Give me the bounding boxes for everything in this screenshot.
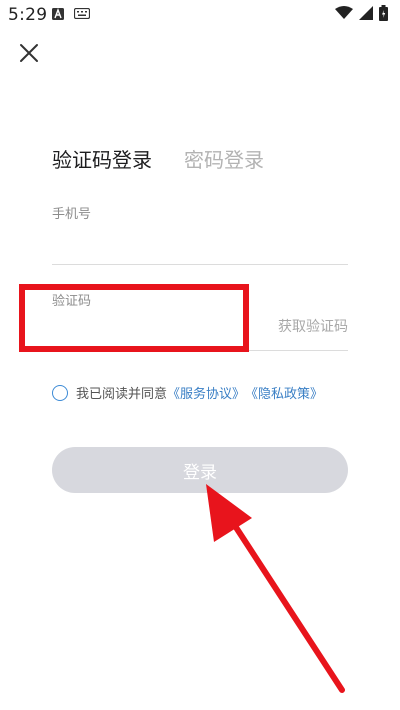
tab-sms-login[interactable]: 验证码登录: [52, 147, 152, 173]
close-icon: [20, 44, 38, 62]
arrow-shaft: [223, 509, 345, 693]
get-code-button[interactable]: 获取验证码: [278, 316, 348, 336]
close-button[interactable]: [16, 40, 42, 66]
privacy-policy-link[interactable]: 《隐私政策》: [245, 383, 323, 402]
signal-icon: [359, 6, 373, 20]
status-bar: 5:29: [0, 0, 400, 30]
battery-icon: [379, 5, 388, 21]
agreement-prefix: 我已阅读并同意: [76, 387, 168, 402]
wifi-icon: [335, 6, 353, 19]
login-button[interactable]: 登录: [52, 447, 348, 493]
status-system-icons: [335, 5, 388, 21]
code-underline: [52, 350, 348, 351]
status-notification-icons: [52, 8, 90, 20]
arrow-annotation: [206, 484, 345, 693]
phone-underline: [52, 264, 348, 265]
phone-field-label: 手机号: [52, 207, 92, 222]
login-tabs: 验证码登录 密码登录: [52, 147, 264, 173]
tab-password-login[interactable]: 密码登录: [184, 147, 264, 173]
notification-a-icon: [52, 8, 64, 20]
keyboard-icon: [74, 8, 90, 19]
phone-input[interactable]: [52, 228, 348, 258]
code-input[interactable]: [52, 314, 242, 344]
service-agreement-link[interactable]: 《服务协议》: [167, 383, 245, 402]
status-time: 5:29: [8, 5, 48, 25]
code-field-label: 验证码: [52, 294, 92, 309]
radio-unchecked-icon[interactable]: [52, 384, 68, 401]
agreement-row: 我已阅读并同意 《服务协议》 《隐私政策》: [52, 383, 323, 402]
